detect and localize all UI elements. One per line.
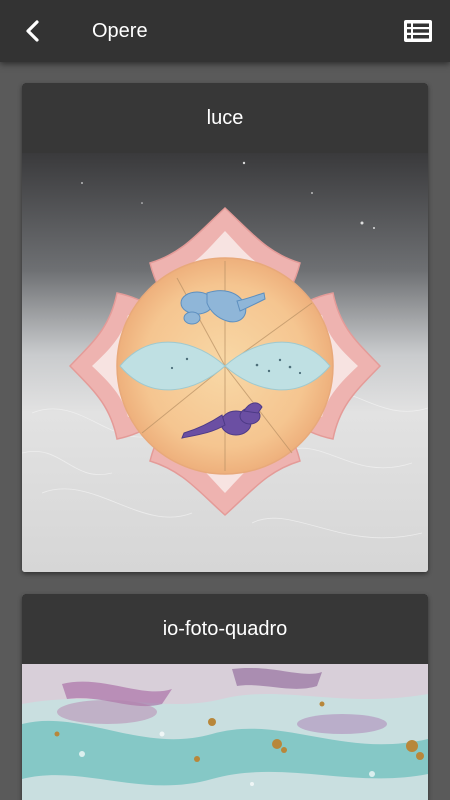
artwork-list[interactable]: luce io-foto-quadro: [0, 62, 450, 800]
artwork-image[interactable]: [22, 664, 428, 800]
artwork-image[interactable]: [22, 153, 428, 572]
artwork-title: io-foto-quadro: [22, 594, 428, 664]
artwork-card[interactable]: io-foto-quadro: [22, 594, 428, 800]
artwork-card[interactable]: luce: [22, 83, 428, 572]
list-view-button[interactable]: [402, 15, 434, 47]
chevron-left-icon: [26, 20, 39, 42]
app-bar: Opere: [0, 0, 450, 62]
back-button[interactable]: [18, 15, 48, 47]
page-title: Opere: [92, 20, 148, 42]
list-view-icon: [404, 20, 432, 42]
artwork-title: luce: [22, 83, 428, 153]
